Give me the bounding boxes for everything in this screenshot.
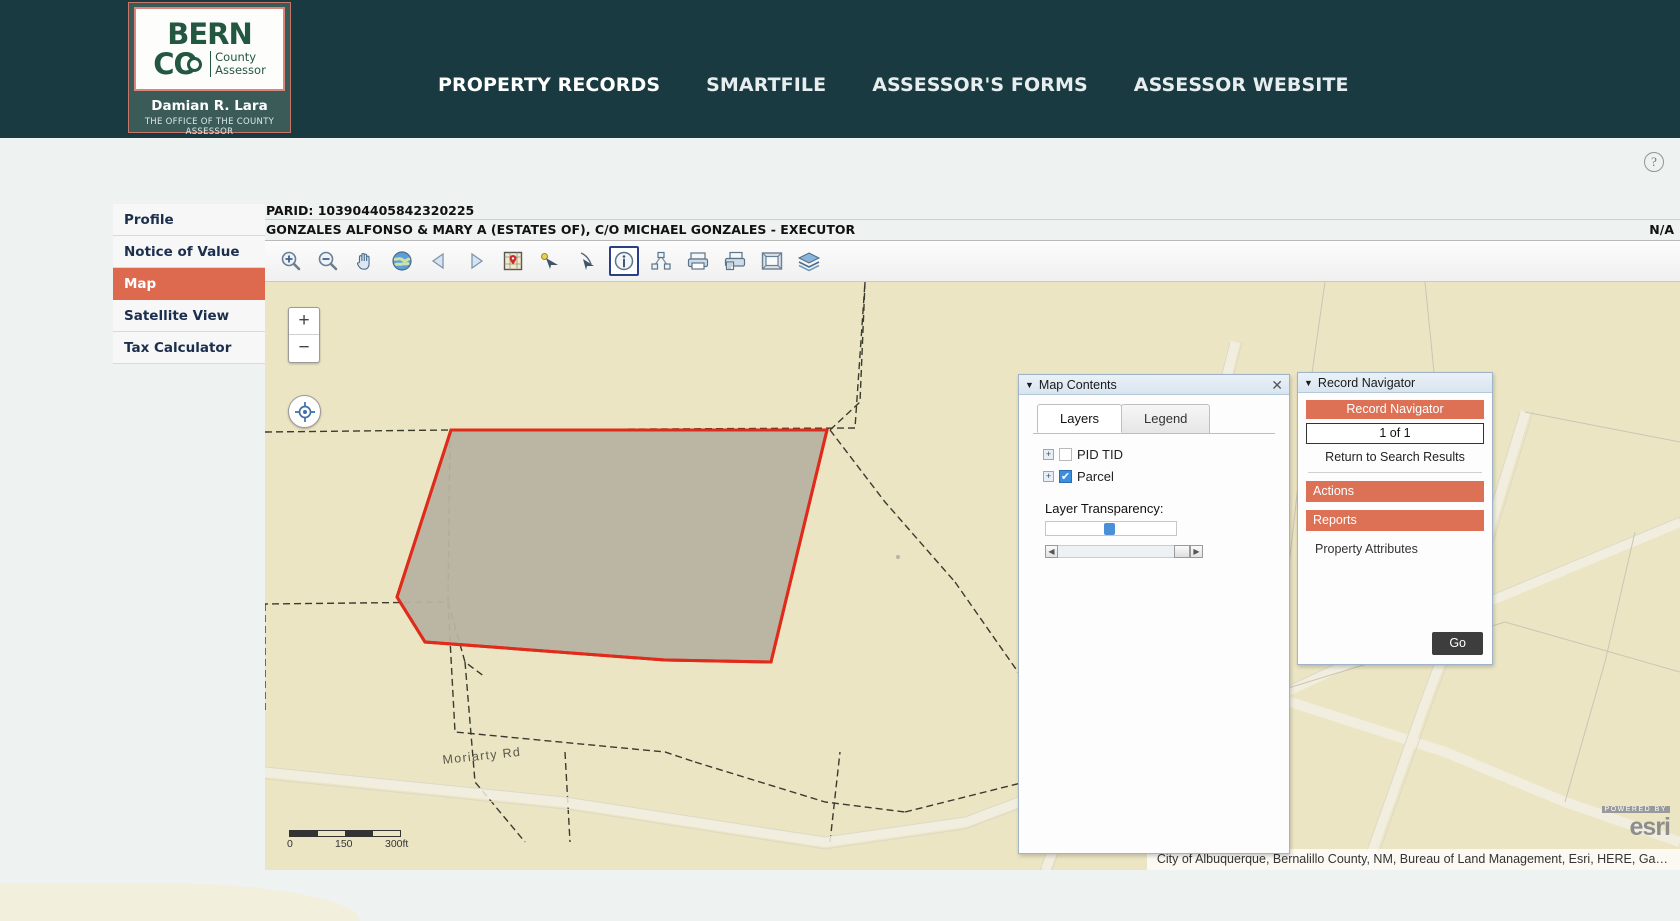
sidebar-item-profile[interactable]: Profile bbox=[113, 204, 265, 236]
layers-stack-icon[interactable] bbox=[794, 246, 824, 276]
identify-arrow-icon[interactable] bbox=[572, 246, 602, 276]
site-header: BERN CO County Assessor Damian R. Lara T… bbox=[0, 0, 1680, 138]
collapse-caret-icon[interactable]: ▼ bbox=[1025, 380, 1034, 390]
previous-extent-icon[interactable] bbox=[424, 246, 454, 276]
zia-symbol-icon bbox=[187, 56, 203, 72]
owner-right-note: N/A bbox=[1649, 222, 1674, 237]
expand-plus-icon[interactable]: + bbox=[1043, 471, 1054, 482]
layers-tab-body: + PID TID + ✔ Parcel Layer Transparency:… bbox=[1033, 433, 1275, 851]
transparency-slider[interactable]: ◀ ▶ bbox=[1045, 545, 1203, 558]
report-link-property-attributes[interactable]: Property Attributes bbox=[1306, 531, 1484, 556]
slider-left-arrow-icon[interactable]: ◀ bbox=[1045, 545, 1058, 558]
collapse-caret-icon[interactable]: ▼ bbox=[1304, 378, 1313, 388]
reports-section-header[interactable]: Reports bbox=[1306, 510, 1484, 531]
map-toolbar bbox=[265, 241, 1680, 282]
divider bbox=[1308, 472, 1482, 473]
transparency-value-box[interactable] bbox=[1045, 521, 1177, 536]
main-content: PARID: 103904405842320225 GONZALES ALFON… bbox=[265, 200, 1680, 900]
logo-divider bbox=[210, 51, 212, 77]
map-contents-tabs: Layers Legend bbox=[1019, 395, 1289, 433]
map-contents-panel: ▼ Map Contents ✕ Layers Legend + PID TID… bbox=[1018, 374, 1290, 854]
scale-label-mid: 150 bbox=[335, 838, 353, 850]
map-zoom-controls: + − bbox=[288, 307, 320, 363]
return-to-search-results-link[interactable]: Return to Search Results bbox=[1306, 444, 1484, 471]
slider-right-arrow-icon[interactable]: ▶ bbox=[1190, 545, 1203, 558]
nav-assessor-website[interactable]: ASSESSOR WEBSITE bbox=[1111, 74, 1372, 96]
nav-assessors-forms[interactable]: ASSESSOR'S FORMS bbox=[849, 74, 1111, 96]
county-assessor-logo[interactable]: BERN CO County Assessor Damian R. Lara T… bbox=[128, 2, 291, 137]
esri-wordmark: esri bbox=[1629, 813, 1671, 842]
esri-powered-text: POWERED BY bbox=[1601, 806, 1670, 814]
layer-row-pid-tid[interactable]: + PID TID bbox=[1043, 447, 1275, 462]
layer-transparency-label: Layer Transparency: bbox=[1045, 501, 1164, 516]
esri-logo: POWERED BY esri bbox=[1601, 798, 1671, 842]
scale-label-zero: 0 bbox=[287, 838, 293, 850]
map-canvas[interactable]: Moriarty Rd + − 0 150 300ft POWERED BY e… bbox=[265, 282, 1680, 870]
export-icon[interactable] bbox=[757, 246, 787, 276]
slider-track[interactable] bbox=[1058, 545, 1190, 558]
layer-label-pid-tid: PID TID bbox=[1077, 447, 1123, 462]
measure-icon[interactable] bbox=[646, 246, 676, 276]
expand-plus-icon[interactable]: + bbox=[1043, 449, 1054, 460]
map-contents-title: Map Contents bbox=[1038, 377, 1117, 392]
parid-value: 103904405842320225 bbox=[317, 203, 475, 218]
record-navigator-panel: ▼ Record Navigator Record Navigator 1 of… bbox=[1297, 372, 1493, 665]
nav-smartfile[interactable]: SMARTFILE bbox=[683, 74, 849, 96]
record-navigator-body: Record Navigator 1 of 1 Return to Search… bbox=[1298, 393, 1492, 556]
zoom-in-icon[interactable] bbox=[276, 246, 306, 276]
assessor-name: Damian R. Lara bbox=[151, 98, 268, 114]
map-zoom-out-button[interactable]: − bbox=[289, 335, 319, 362]
select-pointer-icon[interactable] bbox=[535, 246, 565, 276]
map-contents-header[interactable]: ▼ Map Contents ✕ bbox=[1019, 375, 1289, 395]
locate-me-icon[interactable] bbox=[288, 395, 321, 428]
actions-section-header[interactable]: Actions bbox=[1306, 481, 1484, 502]
print-icon[interactable] bbox=[683, 246, 713, 276]
parid-line: PARID: 103904405842320225 bbox=[265, 200, 1680, 220]
layer-label-parcel: Parcel bbox=[1077, 469, 1114, 484]
slider-thumb[interactable] bbox=[1174, 545, 1190, 558]
transparency-knob[interactable] bbox=[1104, 523, 1115, 535]
sidebar-item-map[interactable]: Map bbox=[113, 268, 265, 300]
left-sidebar: Profile Notice of Value Map Satellite Vi… bbox=[113, 204, 265, 364]
next-extent-icon[interactable] bbox=[461, 246, 491, 276]
nav-property-records[interactable]: PROPERTY RECORDS bbox=[415, 74, 683, 96]
logo-card: BERN CO County Assessor bbox=[134, 7, 285, 91]
map-zoom-in-button[interactable]: + bbox=[289, 308, 319, 335]
pan-hand-icon[interactable] bbox=[350, 246, 380, 276]
layer-checkbox-parcel[interactable]: ✔ bbox=[1059, 470, 1072, 483]
tab-layers[interactable]: Layers bbox=[1037, 404, 1123, 433]
record-navigator-title: Record Navigator bbox=[1317, 375, 1416, 390]
parid-label: PARID: bbox=[266, 203, 314, 218]
assessor-office-text: THE OFFICE OF THE COUNTY ASSESSOR bbox=[144, 117, 275, 137]
close-icon[interactable]: ✕ bbox=[1271, 378, 1283, 392]
layer-row-parcel[interactable]: + ✔ Parcel bbox=[1043, 469, 1275, 484]
main-navigation: PROPERTY RECORDS SMARTFILE ASSESSOR'S FO… bbox=[415, 74, 1372, 96]
owner-name: GONZALES ALFONSO & MARY A (ESTATES OF), … bbox=[266, 222, 856, 237]
record-navigator-header[interactable]: ▼ Record Navigator bbox=[1298, 373, 1492, 393]
map-scale-bar: 0 150 300ft bbox=[287, 830, 419, 850]
record-counter-field[interactable]: 1 of 1 bbox=[1306, 423, 1484, 444]
help-icon[interactable]: ? bbox=[1644, 152, 1664, 172]
go-button[interactable]: Go bbox=[1432, 632, 1483, 655]
owner-bar: GONZALES ALFONSO & MARY A (ESTATES OF), … bbox=[265, 220, 1680, 241]
logo-assessor-text: Assessor bbox=[215, 63, 266, 77]
print-map-icon[interactable] bbox=[720, 246, 750, 276]
globe-full-extent-icon[interactable] bbox=[387, 246, 417, 276]
tab-legend[interactable]: Legend bbox=[1121, 404, 1211, 433]
record-navigator-banner: Record Navigator bbox=[1306, 400, 1484, 419]
zoom-out-icon[interactable] bbox=[313, 246, 343, 276]
sidebar-item-notice-of-value[interactable]: Notice of Value bbox=[113, 236, 265, 268]
layer-checkbox-pid-tid[interactable] bbox=[1059, 448, 1072, 461]
info-identify-icon[interactable] bbox=[609, 246, 639, 276]
map-marker-icon[interactable] bbox=[498, 246, 528, 276]
sidebar-item-satellite-view[interactable]: Satellite View bbox=[113, 300, 265, 332]
scale-label-max: 300ft bbox=[385, 838, 409, 850]
sidebar-item-tax-calculator[interactable]: Tax Calculator bbox=[113, 332, 265, 364]
logo-bern-text: BERN bbox=[167, 16, 253, 51]
